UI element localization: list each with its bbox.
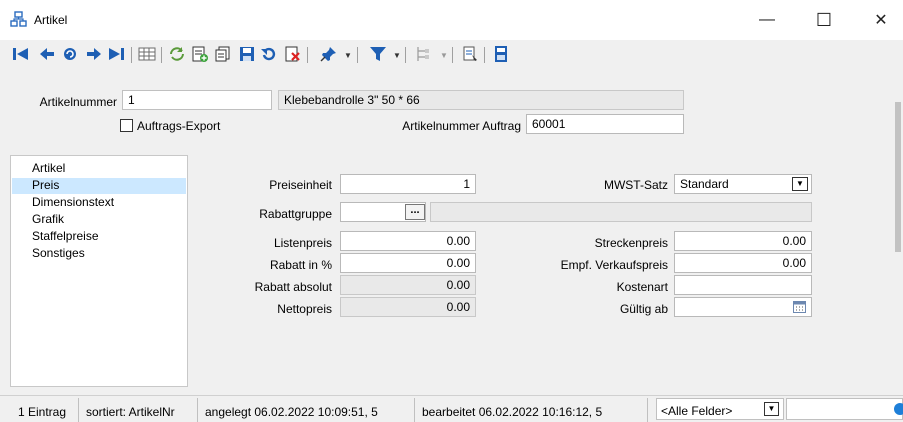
section-item-label: Artikel	[32, 161, 66, 175]
toolbar-separator	[484, 47, 485, 63]
artikelnummer-field[interactable]: 1	[122, 90, 272, 110]
mwst-satz-label: MWST-Satz	[603, 178, 668, 192]
section-item-label: Sonstiges	[32, 246, 85, 260]
gueltig-ab-field[interactable]	[674, 297, 812, 317]
artikel-window: Artikel — ☐ ✕ ▼ ▼ ▼ Artikelnummer 1 Kleb…	[0, 0, 903, 422]
rabattgruppe-label: Rabattgruppe	[259, 207, 332, 221]
close-button[interactable]: ✕	[858, 0, 903, 40]
artikelnummer-auftrag-label: Artikelnummer Auftrag	[402, 119, 521, 133]
preiseinheit-field[interactable]: 1	[340, 174, 476, 194]
toolbar: ▼ ▼ ▼	[0, 40, 903, 84]
field-filter-select[interactable]: <Alle Felder> ▼	[656, 398, 784, 420]
save-record-icon[interactable]	[237, 44, 257, 64]
last-record-icon[interactable]	[106, 44, 126, 64]
close-icon: ✕	[874, 12, 888, 29]
rabatt-absolut-label: Rabatt absolut	[254, 280, 332, 294]
next-record-icon[interactable]	[84, 44, 104, 64]
reload-icon[interactable]	[167, 44, 187, 64]
nettopreis-field: 0.00	[340, 297, 476, 317]
created-status: angelegt 06.02.2022 10:09:51, 5	[199, 398, 415, 422]
mwst-satz-value: Standard	[680, 177, 729, 191]
maximize-button[interactable]: ☐	[790, 0, 858, 40]
table-view-icon[interactable]	[137, 44, 157, 64]
previous-record-icon[interactable]	[37, 44, 57, 64]
calculator-icon[interactable]	[491, 44, 511, 64]
scrollbar-thumb[interactable]	[895, 102, 901, 252]
preiseinheit-label: Preiseinheit	[269, 178, 332, 192]
toolbar-separator	[161, 47, 162, 63]
vertical-scrollbar[interactable]	[893, 84, 903, 395]
edited-status: bearbeitet 06.02.2022 10:16:12, 5	[416, 398, 648, 422]
search-input[interactable]	[786, 398, 903, 420]
section-item-label: Staffelpreise	[32, 229, 99, 243]
rabattgruppe-browse-button[interactable]: ...	[405, 204, 425, 220]
toolbar-separator	[452, 47, 453, 63]
toolbar-separator	[131, 47, 132, 63]
pin-dropdown-icon[interactable]: ▼	[344, 51, 352, 60]
kostenart-field[interactable]	[674, 275, 812, 295]
nettopreis-label: Nettopreis	[277, 302, 332, 316]
minimize-icon: —	[759, 11, 775, 28]
report-icon[interactable]	[460, 44, 480, 64]
filter-dropdown-icon[interactable]: ▼	[393, 51, 401, 60]
refresh-record-icon[interactable]	[60, 44, 80, 64]
bezeichnung-field: Klebebandrolle 3" 50 * 66	[278, 90, 684, 110]
section-item-dimensionstext[interactable]: Dimensionstext	[12, 195, 186, 211]
delete-record-icon[interactable]	[283, 44, 303, 64]
app-icon	[10, 11, 27, 31]
record-count: 1 Eintrag	[12, 398, 79, 422]
first-record-icon[interactable]	[11, 44, 31, 64]
mwst-satz-select[interactable]: Standard ▼	[674, 174, 812, 194]
kostenart-label: Kostenart	[616, 280, 668, 294]
calendar-icon[interactable]	[793, 301, 806, 316]
section-item-label: Preis	[32, 178, 60, 192]
section-item-sonstiges[interactable]: Sonstiges	[12, 246, 186, 262]
auftrags-export-label: Auftrags-Export	[137, 119, 221, 133]
toolbar-separator	[307, 47, 308, 63]
section-list: Artikel Preis Dimensionstext Grafik Staf…	[10, 155, 188, 387]
section-item-preis[interactable]: Preis	[12, 178, 186, 194]
minimize-button[interactable]: —	[744, 0, 790, 40]
toolbar-separator	[357, 47, 358, 63]
search-icon[interactable]	[894, 403, 903, 415]
auftrags-export-checkbox[interactable]	[120, 119, 133, 132]
pin-icon[interactable]	[319, 44, 339, 64]
copy-record-icon[interactable]	[213, 44, 233, 64]
filter-icon[interactable]	[368, 44, 388, 64]
section-item-grafik[interactable]: Grafik	[12, 212, 186, 228]
new-record-icon[interactable]	[190, 44, 210, 64]
rabattgruppe-description-field	[430, 202, 812, 222]
section-item-label: Dimensionstext	[32, 195, 115, 209]
tree-icon[interactable]	[413, 44, 433, 64]
artikelnummer-auftrag-field[interactable]: 60001	[526, 114, 684, 134]
streckenpreis-label: Streckenpreis	[594, 236, 668, 250]
empf-verkaufspreis-field[interactable]: 0.00	[674, 253, 812, 273]
toolbar-separator	[405, 47, 406, 63]
chevron-down-icon[interactable]: ▼	[764, 402, 779, 416]
field-filter-value: <Alle Felder>	[661, 404, 733, 418]
listenpreis-label: Listenpreis	[273, 236, 332, 250]
window-title: Artikel	[34, 13, 68, 27]
artikelnummer-label: Artikelnummer	[39, 95, 117, 109]
section-item-artikel[interactable]: Artikel	[12, 161, 186, 177]
empf-verkaufspreis-label: Empf. Verkaufspreis	[560, 258, 668, 272]
section-item-staffelpreise[interactable]: Staffelpreise	[12, 229, 186, 245]
undo-icon[interactable]	[259, 44, 279, 64]
streckenpreis-field[interactable]: 0.00	[674, 231, 812, 251]
maximize-icon: ☐	[815, 9, 833, 30]
sort-status: sortiert: ArtikelNr	[80, 398, 198, 422]
listenpreis-field[interactable]: 0.00	[340, 231, 476, 251]
gueltig-ab-label: Gültig ab	[619, 302, 668, 316]
tree-dropdown-icon[interactable]: ▼	[440, 51, 448, 60]
rabatt-prozent-field[interactable]: 0.00	[340, 253, 476, 273]
status-bar: 1 Eintrag sortiert: ArtikelNr angelegt 0…	[0, 395, 903, 422]
rabatt-absolut-field: 0.00	[340, 275, 476, 295]
title-bar: Artikel — ☐ ✕	[0, 0, 903, 40]
rabattgruppe-field[interactable]: ...	[340, 202, 426, 222]
rabatt-prozent-label: Rabatt in %	[269, 258, 332, 272]
chevron-down-icon[interactable]: ▼	[792, 177, 808, 191]
section-item-label: Grafik	[32, 212, 65, 226]
